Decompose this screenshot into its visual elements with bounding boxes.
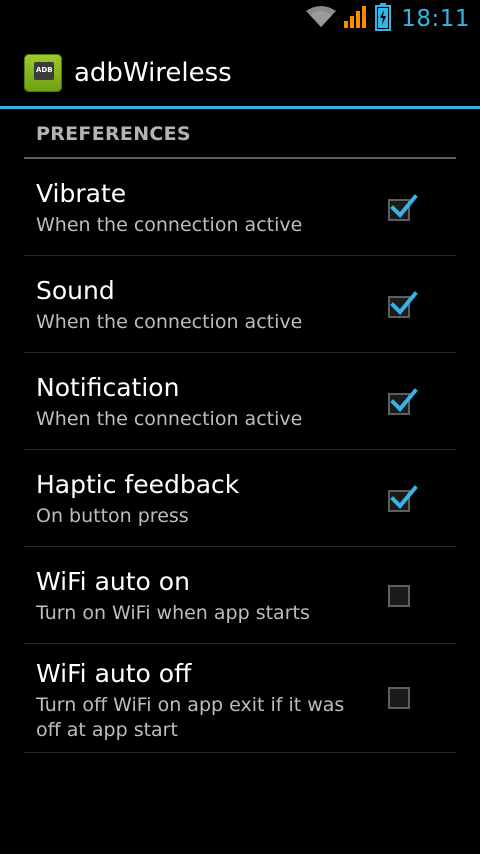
sound-checkbox[interactable] — [388, 291, 418, 318]
pref-summary: Turn on WiFi when app starts — [36, 602, 310, 624]
pref-title: Haptic feedback — [36, 470, 240, 499]
checkmark-icon — [390, 291, 418, 315]
pref-text: Notification When the connection active — [36, 373, 356, 432]
pref-text: Vibrate When the connection active — [36, 179, 356, 238]
pref-title: Notification — [36, 373, 180, 402]
pref-title: WiFi auto on — [36, 567, 190, 596]
pref-wifi-auto-off[interactable]: WiFi auto off Turn off WiFi on app exit … — [24, 644, 456, 753]
checkmark-icon — [390, 388, 418, 412]
checkmark-icon — [390, 194, 418, 218]
action-bar: ADB adbWireless — [0, 38, 480, 109]
status-clock: 18:11 — [401, 6, 470, 32]
category-label: PREFERENCES — [36, 123, 191, 145]
pref-sound[interactable]: Sound When the connection active — [24, 256, 456, 353]
wifi-auto-on-checkbox[interactable] — [388, 585, 410, 607]
notification-checkbox[interactable] — [388, 388, 418, 415]
pref-summary: When the connection active — [36, 408, 303, 430]
adb-app-icon[interactable]: ADB — [24, 54, 62, 92]
pref-text: Haptic feedback On button press — [36, 470, 356, 529]
preference-category: PREFERENCES — [24, 109, 456, 159]
pref-summary: When the connection active — [36, 214, 303, 236]
signal-icon — [343, 5, 369, 33]
pref-notification[interactable]: Notification When the connection active — [24, 353, 456, 450]
pref-summary: Turn off WiFi on app exit if it was off … — [36, 694, 345, 741]
wifi-auto-off-checkbox[interactable] — [388, 687, 410, 709]
pref-wifi-auto-on[interactable]: WiFi auto on Turn on WiFi when app start… — [24, 547, 456, 644]
checkmark-icon — [390, 485, 418, 509]
app-title: adbWireless — [74, 58, 232, 88]
app-icon-label: ADB — [36, 66, 53, 74]
status-icons: 18:11 — [305, 3, 470, 35]
pref-text: WiFi auto off Turn off WiFi on app exit … — [36, 659, 356, 743]
battery-charging-icon — [375, 3, 392, 35]
pref-summary: When the connection active — [36, 311, 303, 333]
pref-haptic-feedback[interactable]: Haptic feedback On button press — [24, 450, 456, 547]
pref-title: Sound — [36, 276, 115, 305]
pref-title: WiFi auto off — [36, 659, 192, 688]
vibrate-checkbox[interactable] — [388, 194, 418, 221]
pref-title: Vibrate — [36, 179, 127, 208]
pref-text: Sound When the connection active — [36, 276, 356, 335]
pref-summary: On button press — [36, 505, 189, 527]
preferences-list: PREFERENCES Vibrate When the connection … — [0, 109, 480, 753]
status-bar: 18:11 — [0, 0, 480, 38]
wifi-icon — [305, 5, 337, 33]
haptic-feedback-checkbox[interactable] — [388, 485, 418, 512]
pref-text: WiFi auto on Turn on WiFi when app start… — [36, 567, 356, 626]
pref-vibrate[interactable]: Vibrate When the connection active — [24, 159, 456, 256]
